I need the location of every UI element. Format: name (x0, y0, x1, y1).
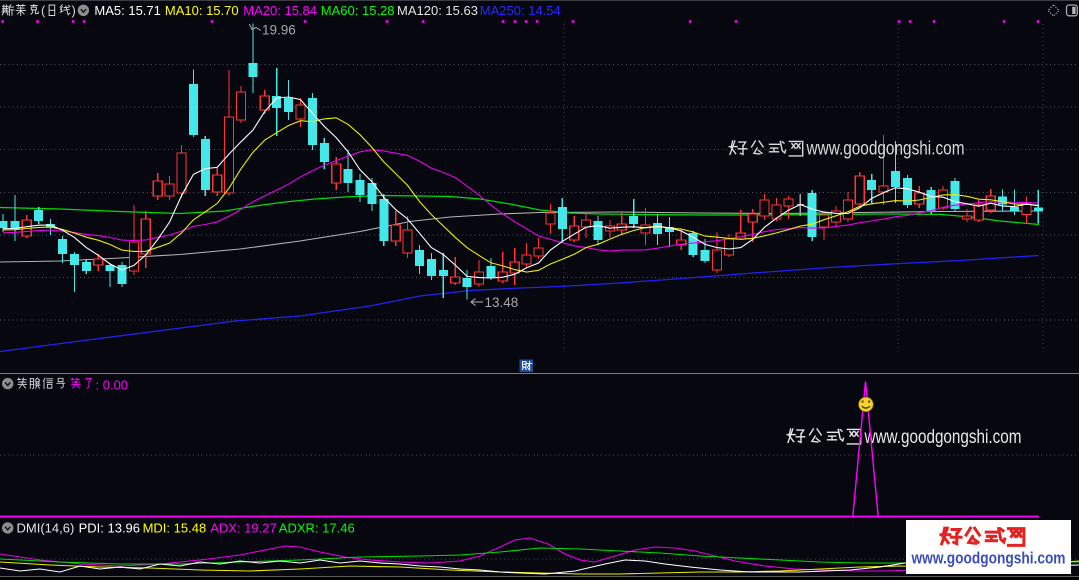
svg-text:www.goodgongshi.com: www.goodgongshi.com (911, 550, 1066, 568)
svg-text:MA5: 15.71: MA5: 15.71 (94, 3, 160, 18)
svg-text:PDI: 13.96: PDI: 13.96 (79, 521, 140, 536)
svg-text:www.goodgongshi.com: www.goodgongshi.com (806, 139, 965, 160)
svg-text:: 0.00: : 0.00 (96, 378, 129, 393)
svg-text:www.goodgongshi.com: www.goodgongshi.com (864, 427, 1022, 448)
svg-text:MA250: 14.54: MA250: 14.54 (480, 3, 561, 18)
svg-text:ADXR: 17.46: ADXR: 17.46 (279, 521, 355, 536)
svg-text:MDI: 15.48: MDI: 15.48 (143, 521, 207, 536)
svg-text:MA20: 15.84: MA20: 15.84 (243, 3, 317, 18)
svg-text:DMI(14,6): DMI(14,6) (17, 521, 75, 536)
svg-text:19.96: 19.96 (262, 23, 296, 38)
svg-text:): ) (72, 3, 76, 18)
svg-text:ADX: 19.27: ADX: 19.27 (210, 521, 277, 536)
svg-text:MA120: 15.63: MA120: 15.63 (397, 3, 478, 18)
svg-text:MA10: 15.70: MA10: 15.70 (165, 3, 239, 18)
svg-text:13.48: 13.48 (485, 295, 519, 310)
svg-text:MA60: 15.28: MA60: 15.28 (321, 3, 395, 18)
svg-text:(: ( (41, 3, 46, 18)
